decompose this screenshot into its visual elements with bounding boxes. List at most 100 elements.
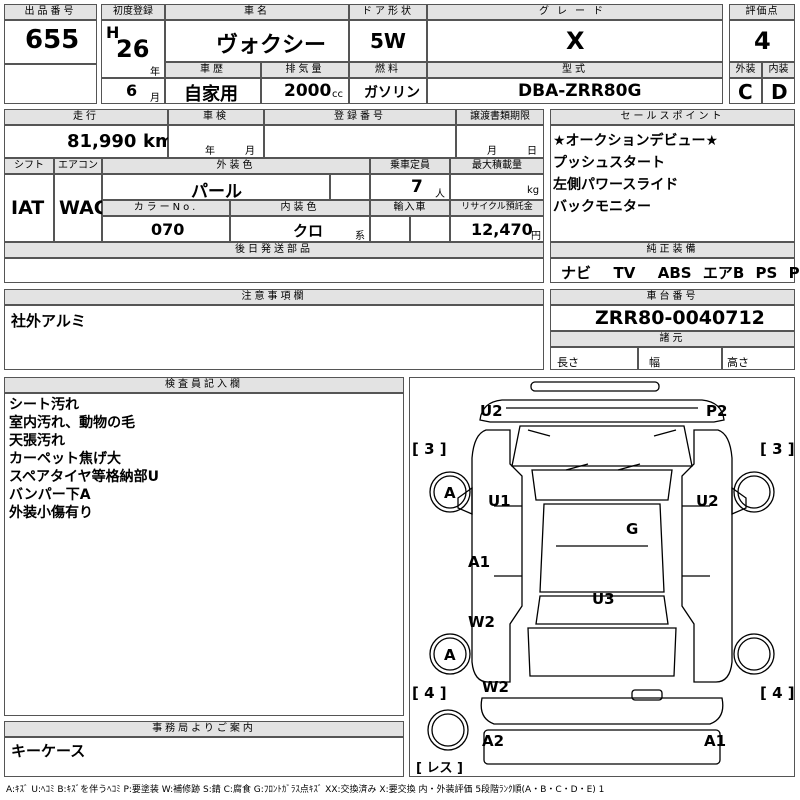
displacement-unit: cc [332, 89, 343, 100]
spec-width-box: 幅 [638, 347, 722, 370]
header-reg-no: 登録番号 [264, 109, 456, 125]
equipment-item: TV [613, 264, 636, 282]
spec-length-box: 長さ [550, 347, 638, 370]
chassis-box: ZRR80-0040712 [550, 305, 795, 331]
color-no-box: 070 [102, 216, 230, 242]
int-color-unit: 系 [355, 231, 365, 242]
capacity-unit: 人 [435, 189, 445, 200]
header-door: ドア形状 [349, 4, 427, 20]
header-recycle: リサイクル預託金 [450, 200, 544, 216]
insp-month-unit: 月 [245, 146, 255, 157]
sales-point-list: ★オークションデビュー★ プッシュスタート 左側パワースライド バックモニター [553, 130, 718, 218]
header-capacity: 乗車定員 [370, 158, 450, 174]
lot-no-box: 655 [4, 20, 97, 64]
header-import: 輸入車 [370, 200, 450, 216]
ext-grade-value: C [738, 80, 753, 104]
car-name-value: ヴォクシー [216, 33, 327, 58]
notes-box: 社外アルミ [4, 305, 544, 370]
label-bracket-4-right: [ 4 ] [760, 684, 794, 702]
later-parts-box [4, 258, 544, 283]
ext-color-extra [330, 174, 370, 200]
label-bracket-3-right: [ 3 ] [760, 440, 794, 458]
header-int-color: 内装色 [230, 200, 370, 216]
recycle-box: 12,470 円 [450, 216, 544, 242]
inspector-item: 室内汚れ、動物の毛 [9, 415, 136, 431]
header-chassis: 車台番号 [550, 289, 795, 305]
sales-point-item: ★オークションデビュー★ [553, 133, 719, 149]
spec-length-label: 長さ [557, 356, 579, 369]
legend-text: A:ｷｽﾞ U:ﾍｺﾐ B:ｷｽﾞを伴うﾍｺﾐ P:要塗装 W:補修跡 S:錆 … [6, 785, 605, 795]
mileage-value: 81,990 [67, 131, 137, 152]
ext-grade-box: C [729, 78, 762, 104]
int-grade-box: D [762, 78, 795, 104]
header-inspector: 検査員記入欄 [4, 377, 404, 393]
notes-value: 社外アルミ [11, 312, 86, 330]
header-score: 評価点 [729, 4, 795, 20]
header-color-no: カラーNo. [102, 200, 230, 216]
header-specs: 諸元 [550, 331, 795, 347]
displacement-value: 2000 [284, 81, 332, 101]
spec-width-label: 幅 [649, 356, 660, 369]
grade-value: X [566, 27, 585, 55]
door-value: 5W [370, 29, 406, 53]
fuel-value: ガソリン [364, 85, 420, 101]
header-interior: 内装 [762, 62, 795, 78]
header-aircon: エアコン [54, 158, 102, 174]
label-tire-a-rear: A [444, 646, 456, 664]
reg-year-value: 26 [116, 35, 150, 63]
model-box: DBA-ZRR80G [427, 78, 723, 104]
label-u1: U1 [488, 492, 511, 510]
door-box: 5W [349, 20, 427, 62]
lot-no-empty [4, 64, 97, 104]
label-p2: P2 [706, 402, 727, 420]
label-w2-upper: W2 [468, 613, 495, 631]
header-history: 車歴 [165, 62, 261, 78]
grade-box: X [427, 20, 723, 62]
shift-value: IAT [11, 197, 45, 219]
label-a1-bottom: A1 [704, 732, 726, 750]
chassis-value: ZRR80-0040712 [595, 307, 765, 329]
int-color-value: クロ [293, 222, 324, 240]
header-later-parts: 後日発送部品 [4, 242, 544, 258]
history-box: 自家用 [165, 78, 261, 105]
header-mileage: 走行 [4, 109, 168, 125]
recycle-unit: 円 [531, 231, 541, 242]
history-value: 自家用 [184, 84, 238, 105]
capacity-box: 7 人 [370, 174, 450, 200]
first-reg-box: H 26 年 [101, 20, 165, 78]
sales-point-item: 左側パワースライド [553, 177, 679, 193]
label-a1-left: A1 [468, 553, 490, 571]
transfer-box: 月 日 [456, 125, 544, 158]
aircon-box: WAC [54, 174, 108, 242]
spec-height-label: 高さ [727, 356, 749, 369]
header-sales-point: セールスポイント [550, 109, 795, 125]
header-shift: シフト [4, 158, 54, 174]
car-outline [457, 381, 747, 765]
fuel-box: ガソリン [349, 78, 427, 104]
label-tire-a-front: A [444, 484, 456, 502]
int-grade-value: D [771, 80, 788, 104]
mileage-box: 81,990 km [4, 125, 174, 158]
score-value: 4 [754, 27, 771, 55]
transfer-day-unit: 日 [527, 146, 537, 157]
label-a2: A2 [482, 732, 504, 750]
label-bracket-3-left: [ 3 ] [412, 440, 447, 458]
office-box: キーケース [4, 737, 404, 777]
header-fuel: 燃料 [349, 62, 427, 78]
equipment-item: エアB [702, 264, 745, 282]
sales-point-item: バックモニター [553, 199, 651, 215]
genuine-box: ナビ TV ABS エアB PS PW [550, 258, 800, 283]
sales-point-item: プッシュスタート [553, 155, 665, 171]
inspector-box: シート汚れ 室内汚れ、動物の毛 天張汚れ カーペット焦げ大 スペアタイヤ等格納部… [4, 393, 404, 716]
header-notes: 注意事項欄 [4, 289, 544, 305]
inspector-item: 外装小傷有り [9, 505, 93, 521]
inspector-list: シート汚れ 室内汚れ、動物の毛 天張汚れ カーペット焦げ大 スペアタイヤ等格納部… [9, 396, 159, 522]
inspector-item: カーペット焦げ大 [9, 451, 121, 467]
transfer-month-unit: 月 [487, 146, 497, 157]
displacement-box: 2000 cc [261, 78, 349, 104]
header-car-name: 車名 [165, 4, 349, 20]
capacity-value: 7 [411, 177, 423, 197]
car-diagram-box: U2 P2 [ 3 ] [ 3 ] A U1 U2 G A1 U3 W2 A W… [409, 377, 795, 777]
equipment-item: ナビ [561, 264, 592, 282]
office-note-value: キーケース [11, 742, 86, 760]
